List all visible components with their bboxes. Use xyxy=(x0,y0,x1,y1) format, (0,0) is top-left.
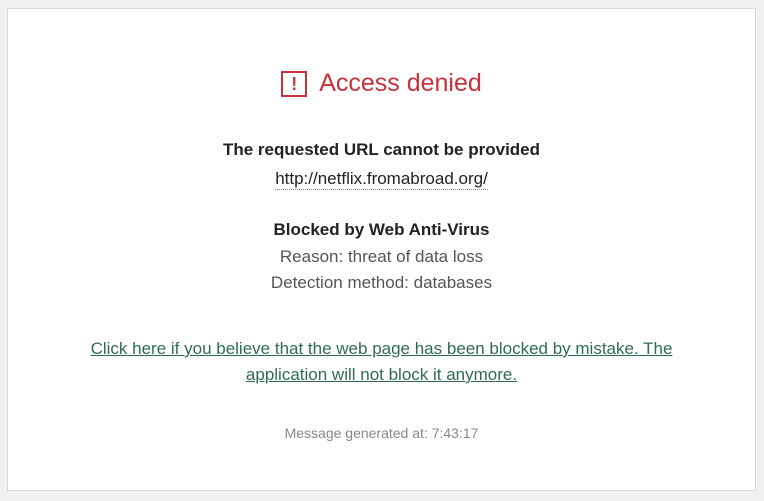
blocked-url-text: http://netflix.fromabroad.org/ xyxy=(275,169,488,190)
blocked-message-heading: The requested URL cannot be provided xyxy=(222,140,541,159)
block-reason: Reason: threat of data loss xyxy=(279,247,484,266)
blocked-by-heading: Blocked by Web Anti-Virus xyxy=(273,220,490,239)
page-title: Access denied xyxy=(319,69,482,97)
blocked-page-panel: ! Access denied The requested URL cannot… xyxy=(7,8,756,491)
generated-timestamp: Message generated at: 7:43:17 xyxy=(284,425,479,441)
detection-method: Detection method: databases xyxy=(270,273,493,292)
warning-icon: ! xyxy=(281,70,308,97)
report-mistake-link[interactable]: Click here if you believe that the web p… xyxy=(68,336,695,388)
blocked-url: http://netflix.fromabroad.org/ xyxy=(8,169,755,190)
page-header: ! Access denied xyxy=(8,69,755,98)
